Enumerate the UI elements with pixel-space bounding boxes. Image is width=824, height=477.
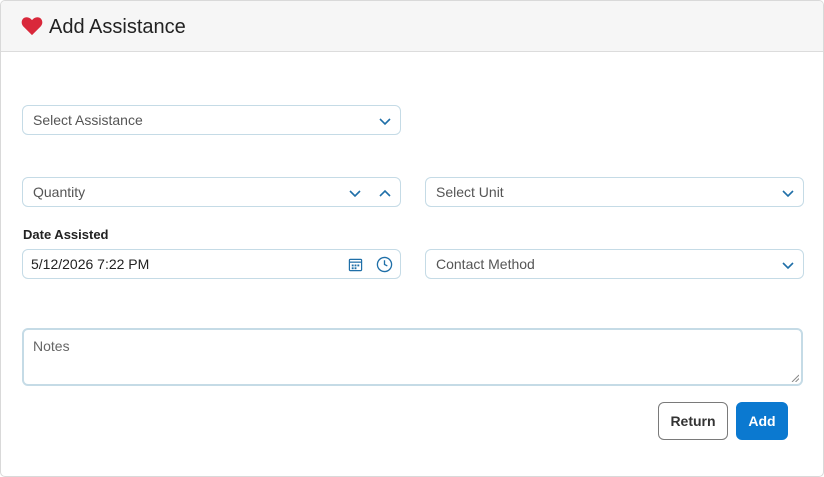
- date-assisted-value: 5/12/2026 7:22 PM: [31, 256, 150, 272]
- unit-select-placeholder: Select Unit: [436, 184, 504, 200]
- quantity-stepper[interactable]: Quantity: [22, 177, 401, 207]
- add-assistance-card: Add Assistance Select Assistance Quantit…: [0, 0, 824, 477]
- date-assisted-field[interactable]: 5/12/2026 7:22 PM: [22, 249, 401, 279]
- date-assisted-label: Date Assisted: [23, 227, 109, 242]
- increment-chevron-up-icon[interactable]: [378, 186, 392, 200]
- heart-icon: [21, 17, 43, 36]
- contact-method-placeholder: Contact Method: [436, 256, 535, 272]
- unit-select[interactable]: Select Unit: [425, 177, 804, 207]
- clock-icon[interactable]: [376, 256, 393, 273]
- card-header: Add Assistance: [1, 1, 823, 52]
- chevron-down-icon: [782, 190, 794, 198]
- quantity-placeholder: Quantity: [33, 184, 86, 200]
- chevron-down-icon: [782, 262, 794, 270]
- chevron-down-icon: [379, 118, 391, 126]
- contact-method-select[interactable]: Contact Method: [425, 249, 804, 279]
- assistance-select[interactable]: Select Assistance: [22, 105, 401, 135]
- calendar-icon[interactable]: [348, 257, 363, 272]
- add-button[interactable]: Add: [736, 402, 788, 440]
- resize-handle-icon[interactable]: [791, 374, 799, 382]
- decrement-chevron-down-icon[interactable]: [348, 186, 362, 200]
- page-title: Add Assistance: [49, 16, 186, 38]
- notes-textarea[interactable]: Notes: [22, 328, 803, 386]
- return-button[interactable]: Return: [658, 402, 728, 440]
- assistance-select-placeholder: Select Assistance: [33, 112, 143, 128]
- notes-placeholder: Notes: [33, 338, 70, 354]
